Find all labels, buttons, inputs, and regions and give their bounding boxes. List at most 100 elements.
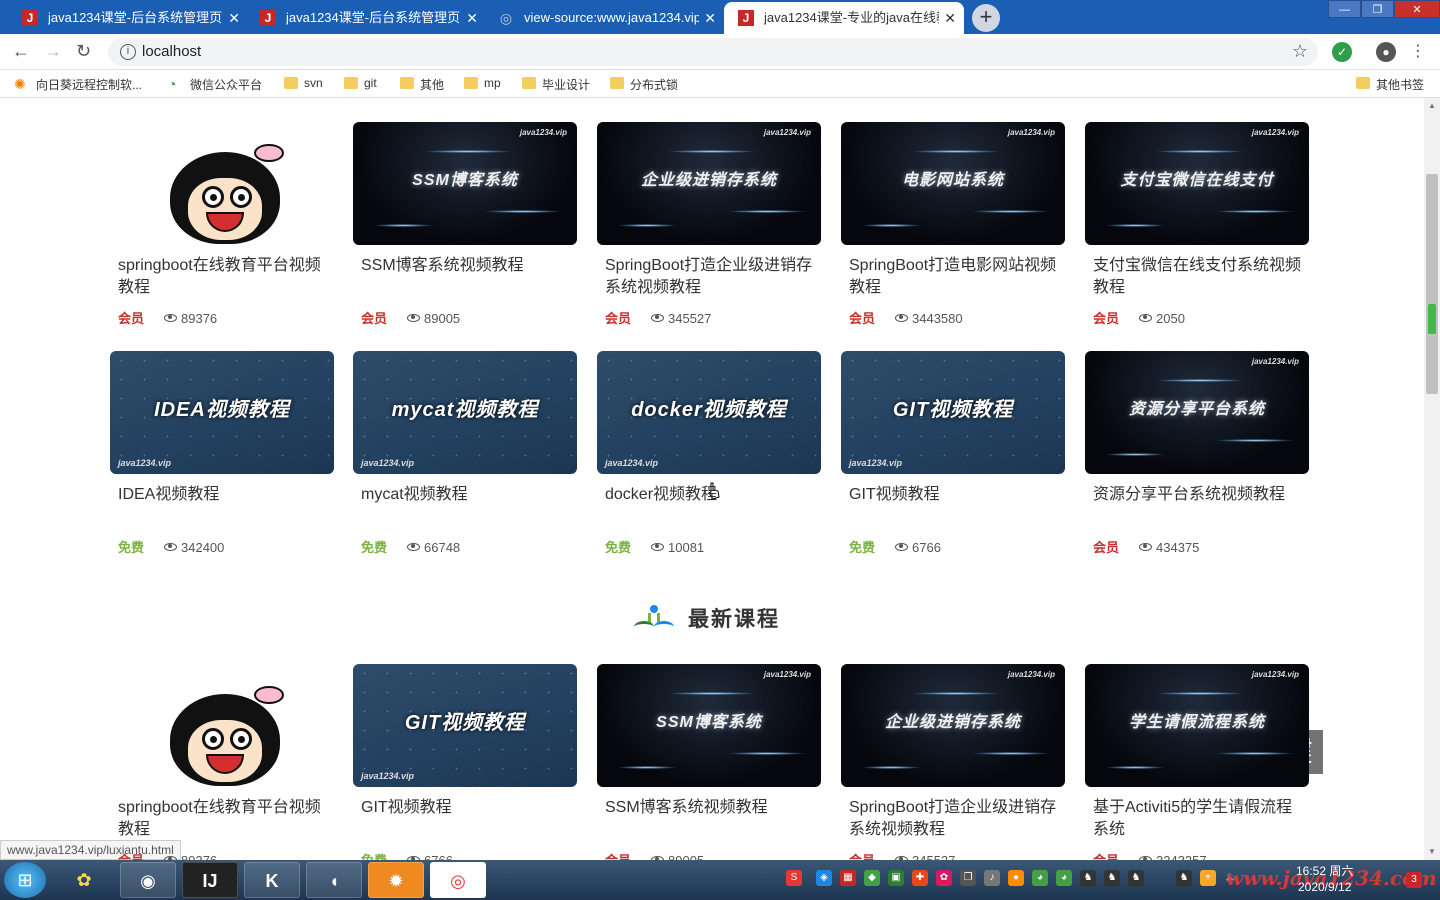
- course-title-link[interactable]: 支付宝微信在线支付系统视频教程: [1093, 255, 1307, 299]
- course-title-link[interactable]: GIT视频教程: [361, 797, 575, 819]
- taskbar-dolphin-icon[interactable]: ◖: [306, 862, 362, 898]
- course-title-link[interactable]: SpringBoot打造电影网站视频教程: [849, 255, 1063, 299]
- close-window-button[interactable]: ✕: [1394, 0, 1440, 18]
- bookmark-svn[interactable]: svn: [282, 76, 323, 90]
- thumbnail-title: GIT视频教程: [892, 399, 1014, 421]
- course-title-link[interactable]: docker视频教程: [605, 484, 819, 506]
- tray-qq-icon[interactable]: ♞: [1080, 870, 1096, 886]
- tab-view-source[interactable]: ◎ view-source:www.java1234.vip ✕: [484, 2, 724, 34]
- course-title-link[interactable]: IDEA视频教程: [118, 484, 332, 506]
- vertical-scrollbar[interactable]: ▲ ▼: [1424, 98, 1440, 860]
- course-thumbnail[interactable]: SSM博客系统 java1234.vip: [353, 122, 577, 245]
- taskbar-colorful-app-icon[interactable]: ✿: [56, 862, 112, 898]
- course-thumbnail[interactable]: GIT视频教程 java1234.vip: [353, 664, 577, 787]
- taskbar-kdenlive-icon[interactable]: K: [244, 862, 300, 898]
- course-meta: 会员 345527: [605, 308, 711, 327]
- maximize-button[interactable]: ❐: [1361, 0, 1394, 18]
- minimize-button[interactable]: —: [1328, 0, 1361, 18]
- course-title-link[interactable]: SSM博客系统视频教程: [361, 255, 575, 277]
- close-icon[interactable]: ✕: [466, 2, 478, 34]
- close-icon[interactable]: ✕: [944, 2, 956, 34]
- tray-orange-icon[interactable]: ●: [1008, 870, 1024, 886]
- course-thumbnail[interactable]: 资源分享平台系统 java1234.vip: [1085, 351, 1309, 474]
- course-title-link[interactable]: 资源分享平台系统视频教程: [1093, 484, 1307, 506]
- reload-icon[interactable]: ↻: [76, 41, 91, 62]
- tab-java1234-home[interactable]: J java1234课堂-专业的java在线教 ✕: [724, 2, 964, 34]
- tray-app2-icon[interactable]: ✚: [912, 870, 928, 886]
- tray-nvidia-icon[interactable]: ▣: [888, 870, 904, 886]
- view-count: 3443580: [912, 311, 963, 326]
- info-icon[interactable]: i: [120, 44, 136, 60]
- bookmark-wechat-mp[interactable]: ◔ 微信公众平台: [168, 76, 262, 93]
- tray-shield-icon[interactable]: ◆: [864, 870, 880, 886]
- tray-flower-icon[interactable]: ✿: [936, 870, 952, 886]
- profile-avatar-icon[interactable]: ●: [1376, 42, 1396, 62]
- course-thumbnail[interactable]: 电影网站系统 java1234.vip: [841, 122, 1065, 245]
- taskbar-chrome-icon[interactable]: ◎: [430, 862, 486, 898]
- course-title-link[interactable]: GIT视频教程: [849, 484, 1063, 506]
- course-meta: 会员 3243257: [1093, 850, 1207, 860]
- course-title-link[interactable]: 基于Activiti5的学生请假流程系统: [1093, 797, 1307, 841]
- course-thumbnail[interactable]: 企业级进销存系统 java1234.vip: [597, 122, 821, 245]
- close-icon[interactable]: ✕: [228, 2, 240, 34]
- tray-cube-icon[interactable]: ◈: [816, 870, 832, 886]
- course-title-link[interactable]: springboot在线教育平台视频教程: [118, 255, 332, 299]
- course-thumbnail[interactable]: SSM博客系统 java1234.vip: [597, 664, 821, 787]
- taskbar-clock[interactable]: 16:52 周六 2020/9/12: [1296, 863, 1353, 895]
- bookmark-star-icon[interactable]: ☆: [1292, 41, 1308, 62]
- course-title-link[interactable]: mycat视频教程: [361, 484, 575, 506]
- menu-kebab-icon[interactable]: ⋮: [1408, 42, 1428, 62]
- course-title-link[interactable]: SpringBoot打造企业级进销存系统视频教程: [605, 255, 819, 299]
- course-title-link[interactable]: SSM博客系统视频教程: [605, 797, 819, 819]
- scrollbar-thumb[interactable]: [1426, 174, 1438, 394]
- taskbar-intellij-icon[interactable]: IJ: [182, 862, 238, 898]
- bookmark-distributed-lock[interactable]: 分布式锁: [608, 76, 678, 93]
- course-thumbnail[interactable]: GIT视频教程 java1234.vip: [841, 351, 1065, 474]
- bookmark-graduation[interactable]: 毕业设计: [520, 76, 590, 93]
- taskbar-app-browser-blue-icon[interactable]: ◉: [120, 862, 176, 898]
- address-bar[interactable]: i localhost ☆: [108, 38, 1318, 66]
- course-thumbnail[interactable]: 支付宝微信在线支付 java1234.vip: [1085, 122, 1309, 245]
- vip-badge: 会员: [118, 311, 145, 326]
- bookmark-mp[interactable]: mp: [462, 76, 501, 90]
- tray-window-icon[interactable]: ❐: [960, 870, 976, 886]
- scroll-up-arrow-icon[interactable]: ▲: [1424, 98, 1440, 114]
- bookmark-sunlogin[interactable]: ✺ 向日葵远程控制软...: [14, 76, 142, 93]
- course-thumbnail[interactable]: 企业级进销存系统 java1234.vip: [841, 664, 1065, 787]
- bookmark-git[interactable]: git: [342, 76, 377, 90]
- course-title-link[interactable]: SpringBoot打造企业级进销存系统视频教程: [849, 797, 1063, 841]
- course-thumbnail[interactable]: IDEA视频教程 java1234.vip: [110, 351, 334, 474]
- thumbnail-brand: java1234.vip: [763, 670, 811, 679]
- course-thumbnail[interactable]: [110, 664, 334, 787]
- tray-qq2-icon[interactable]: ♞: [1104, 870, 1120, 886]
- course-thumbnail[interactable]: docker视频教程 java1234.vip: [597, 351, 821, 474]
- tray-wechat-icon[interactable]: ◕: [1032, 870, 1048, 886]
- tray-sogou-icon[interactable]: S: [786, 870, 802, 886]
- course-thumbnail[interactable]: mycat视频教程 java1234.vip: [353, 351, 577, 474]
- start-button[interactable]: ⊞: [4, 862, 46, 898]
- tray-bell-icon[interactable]: ♪: [984, 870, 1000, 886]
- course-thumbnail[interactable]: [110, 122, 334, 245]
- course-thumbnail[interactable]: 学生请假流程系统 java1234.vip: [1085, 664, 1309, 787]
- course-title-link[interactable]: springboot在线教育平台视频教程: [118, 797, 332, 841]
- scroll-down-arrow-icon[interactable]: ▼: [1424, 844, 1440, 860]
- notification-badge-icon[interactable]: 3: [1406, 872, 1422, 888]
- tray-app-icon[interactable]: ▦: [840, 870, 856, 886]
- close-icon[interactable]: ✕: [704, 2, 716, 34]
- tray-plus-icon[interactable]: +: [1200, 870, 1216, 886]
- bookmark-other[interactable]: 其他: [398, 76, 444, 93]
- back-arrow-icon[interactable]: ←: [12, 41, 30, 62]
- url-text[interactable]: localhost: [142, 43, 201, 60]
- tray-qq3-icon[interactable]: ♞: [1128, 870, 1144, 886]
- bookmark-other-bookmarks[interactable]: 其他书签: [1354, 76, 1424, 93]
- tray-wechat2-icon[interactable]: ◕: [1056, 870, 1072, 886]
- forward-arrow-icon[interactable]: →: [44, 41, 62, 62]
- thumbnail-title: 企业级进销存系统: [640, 172, 777, 189]
- tab-admin-1[interactable]: J java1234课堂-后台系统管理页面 ✕: [8, 2, 248, 34]
- free-badge: 免费: [361, 540, 388, 555]
- new-tab-button[interactable]: +: [972, 4, 1000, 32]
- taskbar-aurora-icon[interactable]: ✹: [368, 862, 424, 898]
- extension-check-icon[interactable]: ✓: [1332, 42, 1352, 62]
- tray-qq4-icon[interactable]: ♞: [1176, 870, 1192, 886]
- tab-admin-2[interactable]: J java1234课堂-后台系统管理页面 ✕: [246, 2, 486, 34]
